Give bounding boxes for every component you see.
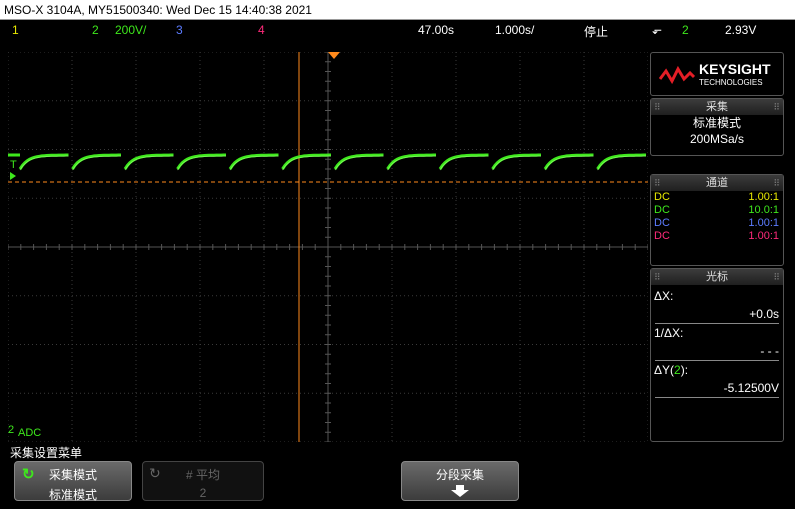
brand-sub: TECHNOLOGIES: [699, 78, 763, 87]
title-text: MSO-X 3104A, MY51500340: Wed Dec 15 14:4…: [4, 3, 312, 17]
graticule: [8, 52, 648, 442]
time-position: 47.00s: [418, 23, 455, 37]
brand-logo: KEYSIGHT TECHNOLOGIES: [650, 52, 784, 96]
cursor-header: 光标: [706, 271, 728, 283]
inv-dx-value: - - -: [760, 344, 779, 358]
channel-row: DC 10.0:1: [654, 204, 779, 216]
averages-label: # 平均: [185, 468, 220, 482]
trigger-level-marker[interactable]: T: [10, 159, 17, 171]
acquire-header: 采集: [706, 101, 728, 113]
sample-rate: 200MSa/s: [689, 132, 745, 146]
brand-name: KEYSIGHT: [699, 61, 771, 77]
dx-label: ΔX:: [654, 289, 674, 303]
dy-label: ΔY(2):: [654, 363, 689, 377]
ch2-indicator[interactable]: 2: [92, 23, 99, 37]
trigger-edge-icon: ⬐: [652, 23, 663, 37]
channel-status-bar: 1 2 200V/ 3 4 47.00s 1.000s/ 停止 ⬐ 2 2.93…: [0, 20, 795, 52]
trigger-level: 2.93V: [725, 23, 757, 37]
ch2-waveform-highlight: [19, 155, 646, 171]
side-panel: KEYSIGHT TECHNOLOGIES ⠿ 采集 ⠿ 标准模式 200MSa/s…: [650, 52, 788, 442]
acquire-mode-value: 标准模式: [48, 488, 97, 502]
dx-value: +0.0s: [749, 307, 779, 321]
keysight-wave-icon: [659, 65, 695, 85]
channel-header: 通道: [706, 177, 728, 189]
acquire-mode: 标准模式: [692, 116, 741, 130]
cursor-panel: ⠿ 光标 ⠿ ΔX: +0.0s 1/ΔX: - - - ΔY(2): -5.125…: [650, 268, 784, 442]
ch3-indicator[interactable]: 3: [176, 23, 183, 37]
channel-panel: ⠿ 通道 ⠿ DC 1.00:1 DC 10.0:1 DC 1.00:1 DC 1.00:1: [650, 174, 784, 266]
channel-row: DC 1.00:1: [654, 230, 779, 242]
acq-adc-label: ADC: [18, 427, 42, 439]
averages-softkey[interactable]: ↻ # 平均 2: [142, 461, 264, 501]
waveform-display[interactable]: T 2 ADC: [8, 52, 648, 442]
trigger-position-marker[interactable]: [328, 52, 340, 59]
ch2-ground-marker[interactable]: 2: [8, 424, 14, 436]
trigger-arrow-icon: [10, 172, 16, 180]
time-scale: 1.000s/: [495, 23, 535, 37]
ch1-indicator[interactable]: 1: [12, 23, 19, 37]
window-title-bar: MSO-X 3104A, MY51500340: Wed Dec 15 14:4…: [0, 0, 795, 20]
inv-dx-label: 1/ΔX:: [654, 326, 684, 340]
channel-row: DC 1.00:1: [654, 191, 779, 203]
dy-value: -5.12500V: [723, 381, 779, 395]
softkey-menu-title: 采集设置菜单: [10, 446, 83, 460]
rotate-knob-icon: ↻: [22, 466, 35, 483]
averages-value: 2: [199, 486, 207, 500]
acquire-mode-softkey[interactable]: ↻ 采集模式 标准模式: [14, 461, 132, 502]
run-state: 停止: [584, 25, 609, 39]
segmented-label: 分段采集: [435, 468, 484, 482]
rotate-knob-icon: ↻: [149, 465, 161, 481]
ch2-scale: 200V/: [115, 23, 147, 37]
trigger-channel: 2: [682, 23, 689, 37]
ch2-waveform: [8, 153, 646, 170]
arrow-down-icon: [451, 485, 469, 497]
channel-row: DC 1.00:1: [654, 217, 779, 229]
ch4-indicator[interactable]: 4: [258, 23, 265, 37]
acquire-panel: ⠿ 采集 ⠿ 标准模式 200MSa/s: [650, 98, 784, 156]
segmented-acquire-softkey[interactable]: 分段采集: [401, 461, 519, 501]
